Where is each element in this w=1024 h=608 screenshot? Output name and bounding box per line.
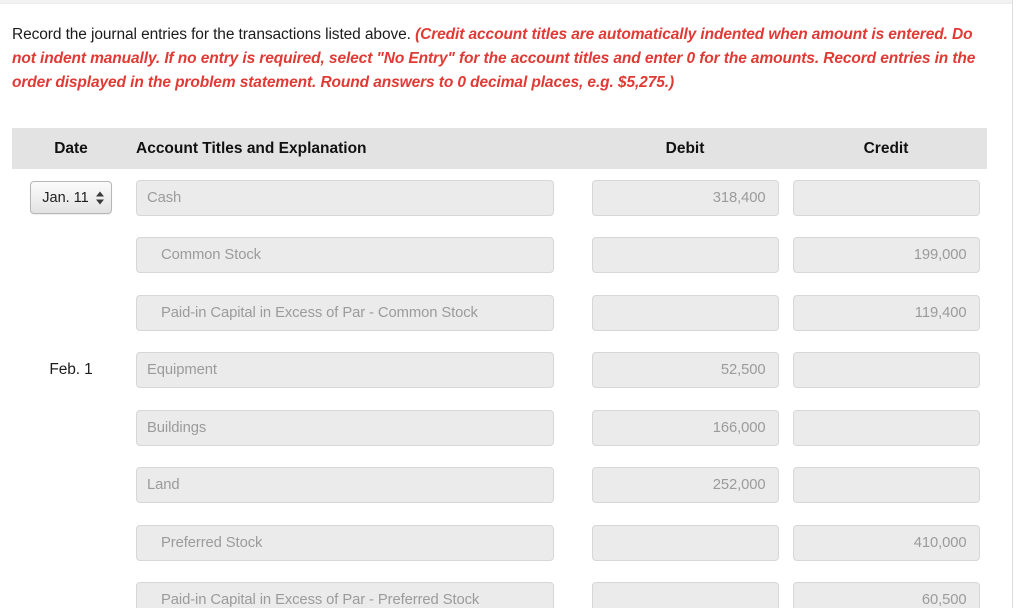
credit-cell: 199,000 xyxy=(785,237,987,274)
account-title-input[interactable]: Cash xyxy=(136,179,554,216)
account-cell: Cash xyxy=(130,179,585,216)
debit-cell xyxy=(585,524,785,561)
credit-amount-input[interactable] xyxy=(792,352,980,389)
debit-cell: 52,500 xyxy=(585,352,785,389)
table-row: Jan. 11 Cash 318,400 xyxy=(12,169,987,227)
debit-cell: 166,000 xyxy=(585,409,785,446)
date-select-value: Jan. 11 xyxy=(42,189,89,206)
debit-amount-input[interactable]: 318,400 xyxy=(591,179,779,216)
account-title-input[interactable]: Paid-in Capital in Excess of Par - Prefe… xyxy=(136,582,554,608)
account-title-input[interactable]: Paid-in Capital in Excess of Par - Commo… xyxy=(136,294,554,331)
debit-cell xyxy=(585,237,785,274)
credit-amount-input[interactable] xyxy=(792,409,980,446)
account-cell: Buildings xyxy=(130,409,585,446)
credit-cell xyxy=(785,409,987,446)
table-row: Common Stock 199,000 xyxy=(12,227,987,285)
credit-amount-input[interactable]: 199,000 xyxy=(792,237,980,274)
table-body: Jan. 11 Cash 318,400 Common Stock 199,000 Pai… xyxy=(12,169,987,608)
debit-cell xyxy=(585,582,785,608)
credit-amount-input[interactable]: 60,500 xyxy=(792,582,980,608)
date-label: Feb. 1 xyxy=(49,361,93,379)
debit-amount-input[interactable] xyxy=(591,582,779,608)
account-cell: Preferred Stock xyxy=(130,524,585,561)
table-header-row: Date Account Titles and Explanation Debi… xyxy=(12,128,987,169)
date-select[interactable]: Jan. 11 xyxy=(30,181,112,215)
table-row: Paid-in Capital in Excess of Par - Commo… xyxy=(12,284,987,342)
debit-amount-input[interactable] xyxy=(591,294,779,331)
table-row: Preferred Stock 410,000 xyxy=(12,514,987,572)
instructions-paragraph: Record the journal entries for the trans… xyxy=(12,23,994,96)
debit-amount-input[interactable]: 52,500 xyxy=(591,352,779,389)
account-cell: Equipment xyxy=(130,352,585,389)
debit-amount-input[interactable] xyxy=(591,237,779,274)
table-row: Buildings 166,000 xyxy=(12,399,987,457)
vertical-scrollbar[interactable] xyxy=(1012,0,1024,608)
credit-amount-input[interactable] xyxy=(792,467,980,504)
journal-entry-page: Record the journal entries for the trans… xyxy=(0,0,1024,608)
table-row: Feb. 1 Equipment 52,500 xyxy=(12,342,987,400)
account-cell: Paid-in Capital in Excess of Par - Prefe… xyxy=(130,582,585,608)
debit-cell xyxy=(585,294,785,331)
column-header-account: Account Titles and Explanation xyxy=(136,139,367,157)
account-cell: Land xyxy=(130,467,585,504)
spinner-arrows-icon[interactable] xyxy=(95,191,104,205)
account-title-input[interactable]: Equipment xyxy=(136,352,554,389)
journal-entry-table: Date Account Titles and Explanation Debi… xyxy=(12,128,987,608)
account-title-input[interactable]: Common Stock xyxy=(136,237,554,274)
column-header-date: Date xyxy=(54,139,88,157)
account-title-input[interactable]: Buildings xyxy=(136,409,554,446)
account-title-input[interactable]: Land xyxy=(136,467,554,504)
credit-cell: 60,500 xyxy=(785,582,987,608)
table-row: Paid-in Capital in Excess of Par - Prefe… xyxy=(12,572,987,608)
instructions-lead-text: Record the journal entries for the trans… xyxy=(12,25,416,43)
credit-amount-input[interactable]: 410,000 xyxy=(792,524,980,561)
account-cell: Paid-in Capital in Excess of Par - Commo… xyxy=(130,294,585,331)
debit-amount-input[interactable]: 252,000 xyxy=(591,467,779,504)
credit-cell: 410,000 xyxy=(785,524,987,561)
account-title-input[interactable]: Preferred Stock xyxy=(136,524,554,561)
date-cell: Feb. 1 xyxy=(12,361,130,379)
column-header-credit: Credit xyxy=(863,139,909,157)
credit-cell: 119,400 xyxy=(785,294,987,331)
debit-amount-input[interactable] xyxy=(591,524,779,561)
debit-cell: 252,000 xyxy=(585,467,785,504)
date-cell: Jan. 11 xyxy=(12,181,130,215)
table-row: Land 252,000 xyxy=(12,457,987,515)
credit-amount-input[interactable] xyxy=(792,179,980,216)
account-cell: Common Stock xyxy=(130,237,585,274)
debit-cell: 318,400 xyxy=(585,179,785,216)
column-header-debit: Debit xyxy=(665,139,705,157)
credit-amount-input[interactable]: 119,400 xyxy=(792,294,980,331)
viewport-top-edge xyxy=(0,0,1012,4)
credit-cell xyxy=(785,467,987,504)
debit-amount-input[interactable]: 166,000 xyxy=(591,409,779,446)
credit-cell xyxy=(785,179,987,216)
credit-cell xyxy=(785,352,987,389)
